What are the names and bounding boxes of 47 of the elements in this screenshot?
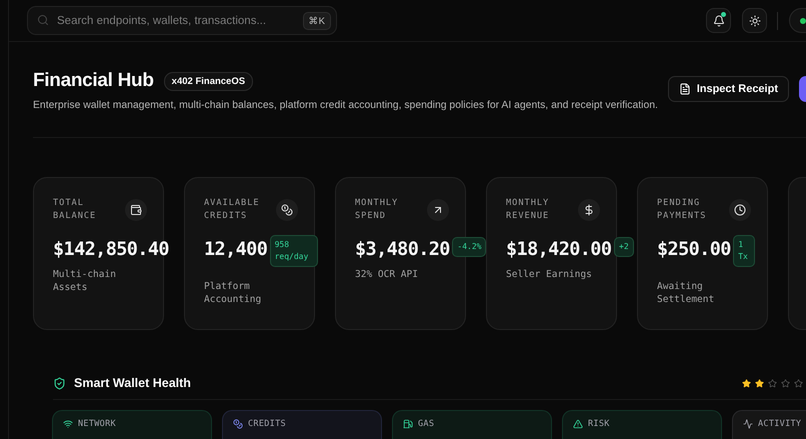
page-title: Financial Hub	[33, 70, 154, 92]
document-icon	[678, 83, 691, 95]
stat-change-badge: 958 req/day	[270, 235, 318, 267]
stat-label: PENDING PAYMENTS	[657, 197, 708, 223]
stat-icon	[130, 204, 142, 216]
shortcut-key: ⌘K	[302, 12, 331, 30]
shield-icon	[53, 376, 66, 390]
health-label: CREDITS	[248, 419, 286, 429]
empty-star-icon	[768, 378, 777, 388]
stat-note: Awaiting Settlement	[657, 280, 716, 306]
theme-button[interactable]	[742, 8, 767, 33]
filled-star-icon	[755, 378, 764, 388]
health-label: GAS	[418, 419, 434, 429]
stat-icon	[432, 204, 444, 216]
health-label: RISK	[588, 419, 610, 429]
page-description: Enterprise wallet management, multi-chain balances, platform credit accounting, spending policies for AI agents, and receipt verification.	[33, 100, 658, 111]
stat-value: $18,420.00	[506, 239, 612, 260]
bell-icon	[712, 14, 724, 26]
stat-value: 12,400	[204, 239, 268, 260]
stat-label: AVAILABLE CREDITS	[204, 197, 261, 223]
stat-note: Seller Earnings	[506, 268, 593, 281]
stat-icon	[583, 204, 595, 216]
stat-label: MONTHLY SPEND	[355, 197, 400, 223]
stat-change-badge: -4.2%	[452, 237, 486, 257]
sun-icon	[748, 14, 760, 26]
stat-change-badge: 1 Tx	[733, 235, 756, 267]
inspect-receipt-button[interactable]: Inspect Receipt	[668, 76, 789, 102]
stat-note: Platform Accounting	[204, 280, 262, 306]
filled-star-icon	[742, 378, 751, 388]
stat-icon	[281, 204, 293, 216]
stat-value: $250.00	[657, 239, 731, 260]
health-label: ACTIVITY	[758, 419, 802, 429]
search-icon	[37, 14, 49, 26]
product-tag: x402 FinanceOS	[164, 72, 254, 90]
section-title: Smart Wallet Health	[74, 376, 191, 390]
stat-note: Multi-chain Assets	[53, 268, 117, 294]
stat-value: $3,480.20	[355, 239, 450, 260]
stat-label: TOTAL BALANCE	[53, 197, 98, 223]
stat-label: MONTHLY REVENUE	[506, 197, 550, 223]
health-label: NETWORK	[78, 419, 116, 429]
empty-star-icon	[781, 378, 790, 388]
stat-change-badge: +2	[614, 237, 634, 257]
stat-note: 32% OCR API	[355, 268, 419, 281]
empty-star-icon	[794, 378, 803, 388]
notifications-button[interactable]	[706, 8, 731, 33]
stat-value: $142,850.40	[53, 239, 169, 260]
stat-icon	[734, 204, 746, 216]
